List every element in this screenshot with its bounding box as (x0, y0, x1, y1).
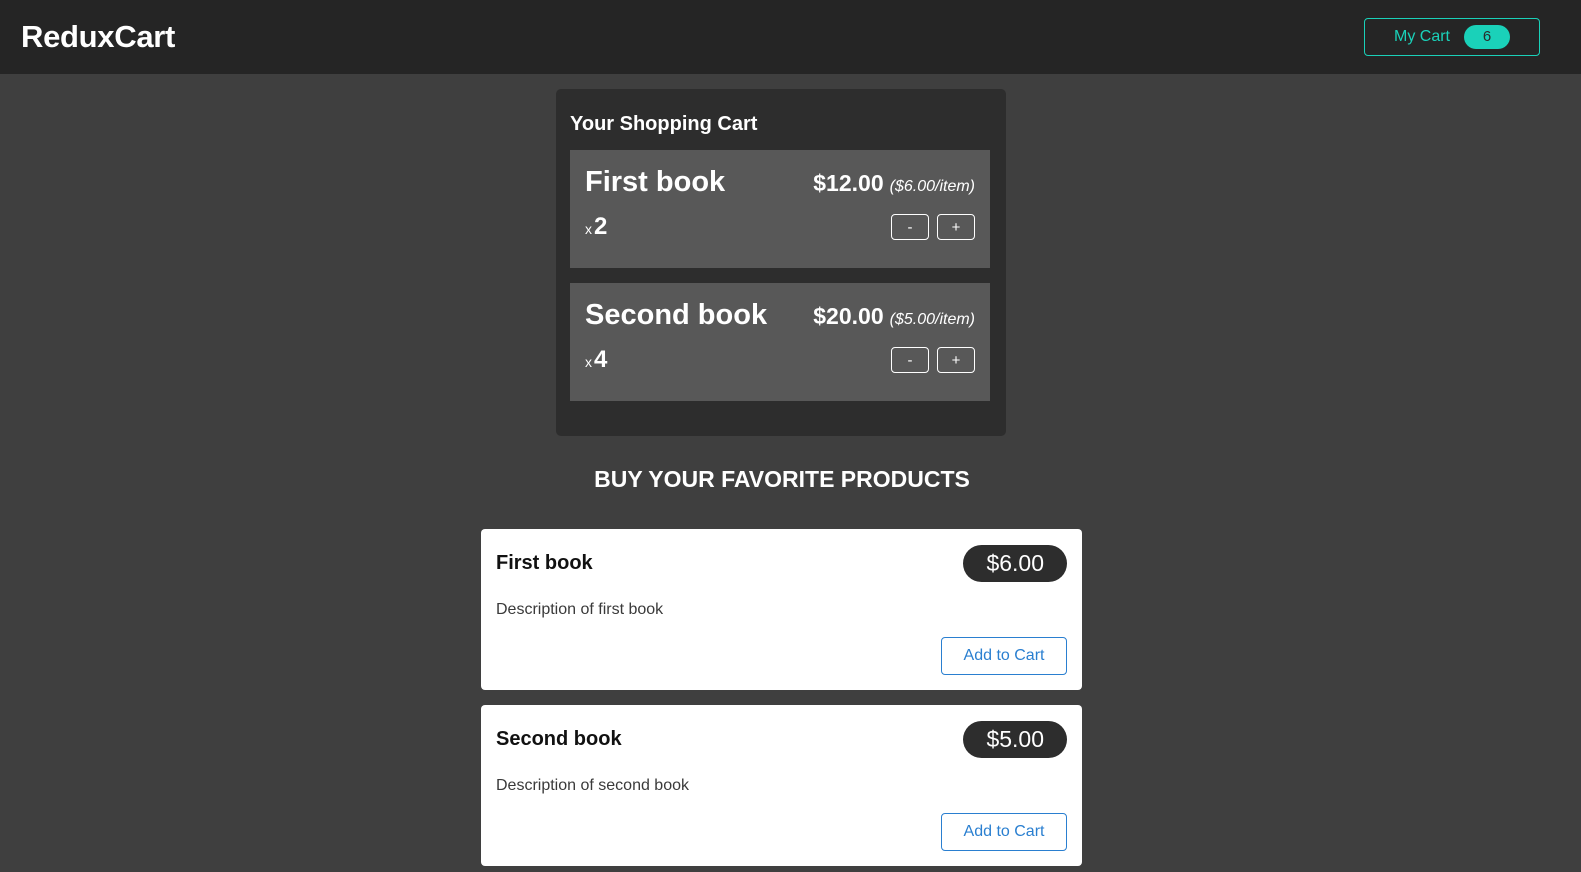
product-card: First book $6.00 Description of first bo… (481, 529, 1082, 690)
quantity-prefix: x (585, 354, 592, 370)
products-section-title: BUY YOUR FAVORITE PRODUCTS (594, 466, 970, 492)
cart-item-quantity: x4 (585, 346, 607, 374)
add-to-cart-button[interactable]: Add to Cart (941, 637, 1067, 675)
cart-count-badge: 6 (1464, 25, 1510, 49)
product-price-badge: $5.00 (963, 721, 1067, 758)
brand-title: ReduxCart (21, 19, 176, 54)
increase-quantity-button[interactable]: + (937, 214, 975, 240)
product-description: Description of first book (496, 601, 664, 618)
shopping-cart-panel: Your Shopping Cart First book $12.00 ($6.… (556, 89, 1006, 436)
cart-item: First book $12.00 ($6.00/item) x2 - + (570, 150, 990, 268)
cart-item-quantity: x2 (585, 213, 607, 241)
cart-item-total: $20.00 (813, 303, 884, 329)
quantity-prefix: x (585, 221, 592, 237)
my-cart-button[interactable]: My Cart 6 (1364, 18, 1540, 56)
product-description: Description of second book (496, 777, 689, 794)
cart-item-name: Second book (585, 299, 768, 331)
decrease-quantity-button[interactable]: - (891, 347, 929, 373)
product-card: Second book $5.00 Description of second … (481, 705, 1082, 866)
cart-item-name: First book (585, 166, 726, 198)
add-to-cart-button[interactable]: Add to Cart (941, 813, 1067, 851)
quantity-value: 2 (594, 213, 608, 240)
cart-item-unit-price: ($5.00/item) (889, 311, 975, 328)
my-cart-label: My Cart (1394, 28, 1450, 45)
product-price-badge: $6.00 (963, 545, 1067, 582)
product-name: First book (496, 552, 593, 574)
product-name: Second book (496, 728, 622, 750)
cart-item: Second book $20.00 ($5.00/item) x4 - + (570, 283, 990, 401)
cart-item-unit-price: ($6.00/item) (889, 178, 975, 195)
cart-item-total: $12.00 (813, 170, 884, 196)
main-header: ReduxCart My Cart 6 (0, 0, 1581, 74)
increase-quantity-button[interactable]: + (937, 347, 975, 373)
quantity-value: 4 (594, 346, 608, 373)
cart-title: Your Shopping Cart (570, 113, 758, 135)
decrease-quantity-button[interactable]: - (891, 214, 929, 240)
